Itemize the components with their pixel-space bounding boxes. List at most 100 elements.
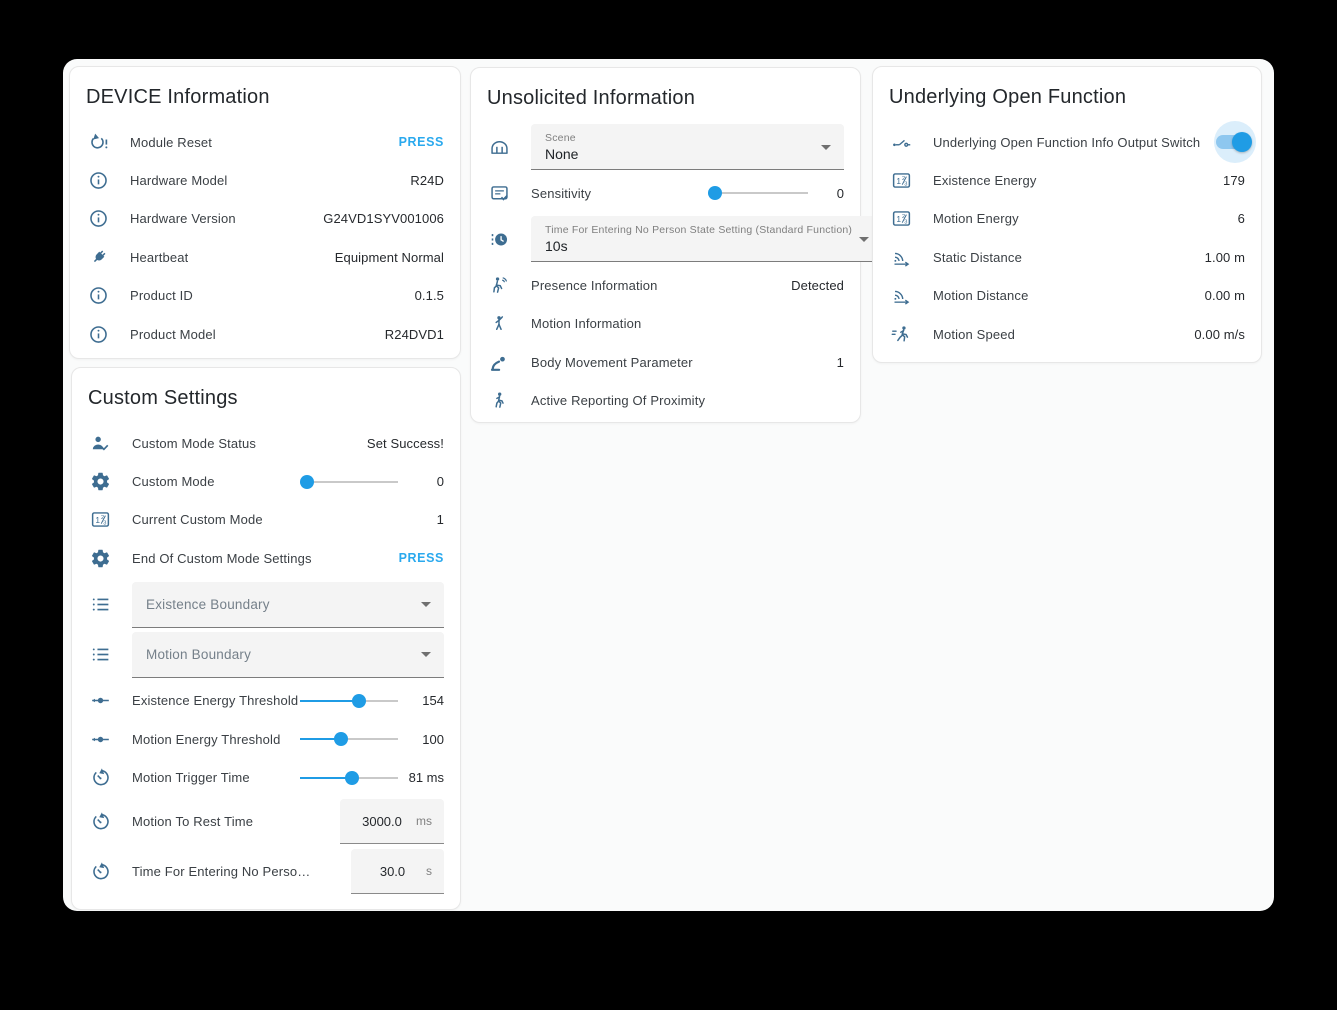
- custom-settings-title: Custom Settings: [88, 384, 444, 412]
- motion-information-label: Motion Information: [531, 316, 641, 331]
- static-distance-row: Static Distance 1.00 m: [889, 238, 1245, 276]
- chevron-down-icon: [821, 145, 831, 150]
- body-movement-parameter-row: Body Movement Parameter 1: [487, 343, 844, 381]
- existence-energy-threshold-slider[interactable]: [300, 694, 398, 708]
- chevron-down-icon: [421, 652, 431, 657]
- motion-boundary-select[interactable]: Motion Boundary: [132, 632, 444, 678]
- end-of-custom-mode-row: End Of Custom Mode Settings PRESS: [88, 539, 444, 577]
- static-distance-value: 1.00 m: [1205, 250, 1245, 265]
- motion-to-rest-time-row: Motion To Rest Time 3000.0 ms: [88, 797, 444, 847]
- motion-distance-value: 0.00 m: [1205, 288, 1245, 303]
- device-information-card: DEVICE Information Module Reset PRESS Ha…: [69, 66, 461, 359]
- motion-energy-value: 6: [1238, 211, 1245, 226]
- existence-boundary-select[interactable]: Existence Boundary: [132, 582, 444, 628]
- current-custom-mode-value: 1: [437, 512, 444, 527]
- heartbeat-label: Heartbeat: [130, 250, 188, 265]
- motion-distance-label: Motion Distance: [933, 288, 1028, 303]
- custom-mode-status-label: Custom Mode Status: [132, 436, 256, 451]
- motion-boundary-row: Motion Boundary: [88, 632, 444, 678]
- presence-information-row: Presence Information Detected: [487, 266, 844, 304]
- motion-to-rest-time-value: 3000.0: [352, 814, 412, 829]
- app-viewport: DEVICE Information Module Reset PRESS Ha…: [63, 59, 1274, 911]
- chevron-down-icon: [421, 602, 431, 607]
- walking-person-icon: [487, 389, 511, 413]
- run-fast-icon: [889, 322, 913, 346]
- sensitivity-slider[interactable]: [708, 186, 808, 200]
- svg-text:3: 3: [103, 521, 106, 527]
- signal-distance-icon: [889, 284, 913, 308]
- threshold-marker-icon: [88, 689, 112, 713]
- custom-mode-slider[interactable]: [300, 475, 398, 489]
- motion-trigger-time-slider[interactable]: [300, 771, 398, 785]
- output-switch-label: Underlying Open Function Info Output Swi…: [933, 135, 1200, 150]
- svg-text:1: 1: [95, 516, 100, 526]
- hardware-version-row: Hardware Version G24VD1SYV001006: [86, 200, 444, 238]
- motion-energy-label: Motion Energy: [933, 211, 1019, 226]
- active-reporting-row: Active Reporting Of Proximity: [487, 382, 844, 420]
- existence-energy-threshold-label: Existence Energy Threshold: [132, 693, 298, 708]
- module-reset-press-button[interactable]: PRESS: [399, 135, 444, 149]
- body-movement-icon: [487, 350, 511, 374]
- scene-row: Scene None: [487, 124, 844, 170]
- time-no-person-field[interactable]: 30.0 s: [351, 849, 444, 894]
- motion-trigger-time-row: Motion Trigger Time 81 ms: [88, 758, 444, 796]
- motion-energy-threshold-label: Motion Energy Threshold: [132, 732, 280, 747]
- info-icon: [86, 207, 110, 231]
- motion-boundary-label: Motion Boundary: [146, 647, 414, 662]
- counter-icon: 123: [889, 207, 913, 231]
- hardware-model-label: Hardware Model: [130, 173, 227, 188]
- time-no-person-label: Time For Entering No Perso…: [132, 864, 310, 879]
- motion-to-rest-time-field[interactable]: 3000.0 ms: [340, 799, 444, 844]
- board-check-icon: [487, 181, 511, 205]
- time-no-person-value: 30.0: [363, 864, 422, 879]
- custom-mode-row: Custom Mode 0: [88, 462, 444, 500]
- current-custom-mode-label: Current Custom Mode: [132, 512, 263, 527]
- time-no-person-state-select[interactable]: Time For Entering No Person State Settin…: [531, 216, 882, 262]
- time-no-person-state-row: Time For Entering No Person State Settin…: [487, 216, 844, 262]
- presence-information-label: Presence Information: [531, 278, 658, 293]
- list-icon: [88, 643, 112, 667]
- hardware-version-label: Hardware Version: [130, 211, 236, 226]
- motion-distance-row: Motion Distance 0.00 m: [889, 277, 1245, 315]
- underlying-open-function-title: Underlying Open Function: [889, 83, 1245, 111]
- body-movement-parameter-label: Body Movement Parameter: [531, 355, 693, 370]
- heartbeat-value: Equipment Normal: [335, 250, 444, 265]
- body-movement-parameter-value: 1: [837, 355, 844, 370]
- svg-text:1: 1: [896, 176, 901, 186]
- existence-energy-threshold-value: 154: [400, 693, 444, 708]
- info-icon: [86, 169, 110, 193]
- existence-boundary-label: Existence Boundary: [146, 597, 414, 612]
- motion-energy-threshold-slider[interactable]: [300, 732, 398, 746]
- info-icon: [86, 322, 110, 346]
- threshold-marker-icon: [88, 727, 112, 751]
- sensitivity-value: 0: [810, 186, 844, 201]
- scene-select[interactable]: Scene None: [531, 124, 844, 170]
- motion-energy-threshold-value: 100: [400, 732, 444, 747]
- signal-distance-icon: [889, 245, 913, 269]
- time-no-person-state-value: 10s: [545, 237, 852, 255]
- motion-trigger-time-label: Motion Trigger Time: [132, 770, 250, 785]
- unsolicited-information-card: Unsolicited Information Scene None Sensi…: [470, 67, 861, 423]
- motion-energy-row: 123 Motion Energy 6: [889, 200, 1245, 238]
- account-check-icon: [88, 431, 112, 455]
- motion-speed-row: Motion Speed 0.00 m/s: [889, 315, 1245, 353]
- product-model-value: R24DVD1: [385, 327, 444, 342]
- motion-trigger-time-value: 81 ms: [400, 770, 444, 785]
- custom-mode-status-row: Custom Mode Status Set Success!: [88, 424, 444, 462]
- underlying-open-function-card: Underlying Open Function Underlying Open…: [872, 66, 1262, 363]
- motion-energy-threshold-row: Motion Energy Threshold 100: [88, 720, 444, 758]
- svg-text:1: 1: [896, 215, 901, 225]
- restart-alert-icon: [86, 130, 110, 154]
- output-switch-toggle[interactable]: [1214, 122, 1254, 162]
- motion-to-rest-time-unit: ms: [416, 814, 432, 828]
- existence-energy-threshold-row: Existence Energy Threshold 154: [88, 682, 444, 720]
- motion-speed-label: Motion Speed: [933, 327, 1015, 342]
- sensitivity-label: Sensitivity: [531, 186, 591, 201]
- svg-text:3: 3: [904, 220, 907, 226]
- current-custom-mode-row: 123 Current Custom Mode 1: [88, 501, 444, 539]
- end-of-custom-mode-press-button[interactable]: PRESS: [399, 551, 444, 565]
- counter-icon: 123: [88, 508, 112, 532]
- electric-switch-icon: [889, 130, 913, 154]
- timer-icon: [88, 766, 112, 790]
- product-id-label: Product ID: [130, 288, 193, 303]
